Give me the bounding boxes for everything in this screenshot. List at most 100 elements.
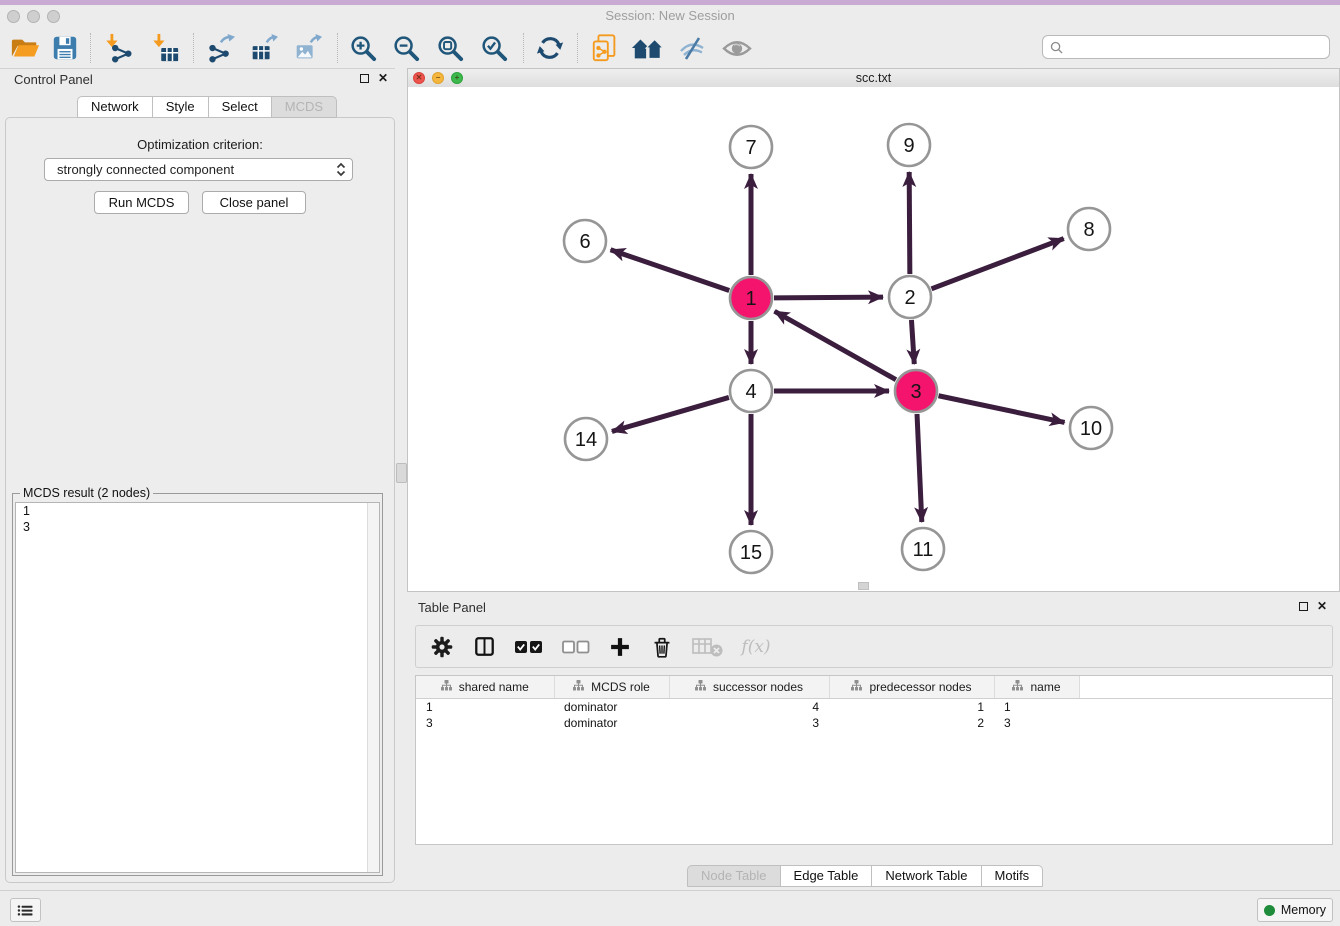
table-cell[interactable]: 1: [829, 699, 994, 716]
table-toolbar: f(x): [415, 625, 1333, 668]
hide-graphics-details-button[interactable]: [675, 32, 709, 64]
optimization-criterion-dropdown[interactable]: strongly connected component: [44, 158, 353, 181]
task-history-button[interactable]: [10, 898, 41, 922]
graph-edge-3-10[interactable]: [939, 396, 1065, 423]
tab-mcds[interactable]: MCDS: [272, 96, 337, 118]
import-table-button[interactable]: [148, 32, 182, 64]
graph-edge-2-8[interactable]: [932, 239, 1064, 289]
toolbar-separator: [337, 33, 338, 63]
table-panel-float-button[interactable]: [1299, 601, 1308, 613]
graph-edge-2-3[interactable]: [911, 320, 914, 364]
mcds-result-list[interactable]: 13: [15, 502, 380, 873]
show-graphics-details-button[interactable]: [720, 32, 754, 64]
table-panel-close-button[interactable]: ✕: [1317, 600, 1327, 612]
export-image-button[interactable]: [290, 32, 324, 64]
function-builder-button[interactable]: f(x): [738, 632, 774, 662]
graph-edge-1-2[interactable]: [774, 297, 883, 298]
export-network-button[interactable]: [203, 32, 237, 64]
graph-edge-3-11[interactable]: [917, 414, 922, 522]
graph-edge-2-9[interactable]: [909, 172, 910, 274]
column-header-predecessor-nodes[interactable]: predecessor nodes: [829, 676, 994, 699]
memory-button[interactable]: Memory: [1257, 898, 1333, 922]
graph-node-label-4: 4: [745, 381, 756, 403]
close-panel-button[interactable]: Close panel: [202, 191, 306, 214]
delete-table-button[interactable]: [690, 632, 724, 662]
fx-icon: f(x): [741, 637, 770, 657]
tab-edge-table[interactable]: Edge Table: [781, 865, 873, 887]
open-session-button[interactable]: [8, 32, 42, 64]
save-session-button[interactable]: [48, 32, 82, 64]
optimization-criterion-label: Optimization criterion:: [0, 137, 400, 152]
table-cell[interactable]: 1: [994, 699, 1079, 716]
search-box: [1042, 35, 1330, 59]
control-panel-float-button[interactable]: [360, 73, 369, 85]
clone-network-button[interactable]: [588, 32, 622, 64]
zoom-in-button[interactable]: [346, 32, 380, 64]
control-panel-close-button[interactable]: ✕: [378, 72, 388, 84]
column-header-successor-nodes[interactable]: successor nodes: [669, 676, 829, 699]
hierarchy-icon: [851, 680, 862, 694]
table-cell[interactable]: 3: [669, 715, 829, 731]
zoom-selected-button[interactable]: [477, 32, 511, 64]
network-window-titlebar[interactable]: ✕ − + scc.txt: [408, 69, 1339, 88]
table-cell[interactable]: 4: [669, 699, 829, 716]
tab-motifs[interactable]: Motifs: [982, 865, 1044, 887]
network-window: ✕ − + scc.txt 7968124314101511: [407, 68, 1340, 592]
graph-edge-3-1[interactable]: [775, 311, 896, 379]
table-cell-filler: [1079, 715, 1332, 731]
table-row[interactable]: 1dominator411: [416, 699, 1332, 716]
scrollbar[interactable]: [367, 503, 379, 872]
refresh-button[interactable]: [533, 32, 567, 64]
table-cell[interactable]: dominator: [554, 715, 669, 731]
graph-edge-1-6[interactable]: [611, 250, 730, 291]
show-columns-button[interactable]: [470, 632, 498, 662]
export-table-button[interactable]: [246, 32, 280, 64]
tab-select[interactable]: Select: [209, 96, 272, 118]
table-cell[interactable]: 2: [829, 715, 994, 731]
list-icon: [17, 903, 34, 918]
table-cell[interactable]: 3: [416, 715, 554, 731]
graph-node-label-15: 15: [740, 542, 762, 564]
column-header-mcds-role[interactable]: MCDS role: [554, 676, 669, 699]
status-bar: Memory: [0, 890, 1340, 926]
table-cell[interactable]: 3: [994, 715, 1079, 731]
first-neighbors-button[interactable]: [631, 32, 665, 64]
panel-splitter[interactable]: [395, 68, 407, 883]
create-column-button[interactable]: [606, 632, 634, 662]
canvas-scroll-grip[interactable]: [858, 582, 869, 590]
zoom-out-button[interactable]: [389, 32, 423, 64]
memory-label: Memory: [1281, 903, 1326, 917]
graph-node-label-1: 1: [745, 288, 756, 310]
splitter-grip[interactable]: [396, 463, 407, 483]
graph-node-label-2: 2: [904, 287, 915, 309]
run-mcds-button[interactable]: Run MCDS: [94, 191, 189, 214]
search-input[interactable]: [1067, 39, 1329, 56]
import-network-button[interactable]: [101, 32, 135, 64]
titlebar: Session: New Session: [0, 5, 1340, 28]
zoom-fit-button[interactable]: [433, 32, 467, 64]
table-settings-button[interactable]: [428, 632, 456, 662]
tab-network[interactable]: Network: [77, 96, 153, 118]
mcds-result-title: MCDS result (2 nodes): [20, 486, 153, 500]
toolbar-separator: [523, 33, 524, 63]
column-header-filler: [1079, 676, 1332, 699]
graph-node-label-9: 9: [903, 135, 914, 157]
dropdown-value: strongly connected component: [57, 162, 234, 177]
table-row[interactable]: 3dominator323: [416, 715, 1332, 731]
table-cell[interactable]: 1: [416, 699, 554, 716]
control-panel-tabs: NetworkStyleSelectMCDS: [77, 96, 337, 118]
tab-network-table[interactable]: Network Table: [872, 865, 981, 887]
column-header-name[interactable]: name: [994, 676, 1079, 699]
select-all-columns-button[interactable]: [512, 632, 546, 662]
unselect-all-columns-button[interactable]: [560, 632, 592, 662]
delete-column-button[interactable]: [648, 632, 676, 662]
tab-style[interactable]: Style: [153, 96, 209, 118]
mcds-result-line: 3: [16, 519, 379, 535]
table-cell[interactable]: dominator: [554, 699, 669, 716]
network-canvas[interactable]: 7968124314101511: [408, 87, 1339, 591]
column-header-shared-name[interactable]: shared name: [416, 676, 554, 699]
graph-edge-4-14[interactable]: [612, 397, 729, 431]
graph-node-label-7: 7: [745, 137, 756, 159]
mcds-result-box: MCDS result (2 nodes) 13: [12, 493, 383, 876]
tab-node-table[interactable]: Node Table: [687, 865, 781, 887]
